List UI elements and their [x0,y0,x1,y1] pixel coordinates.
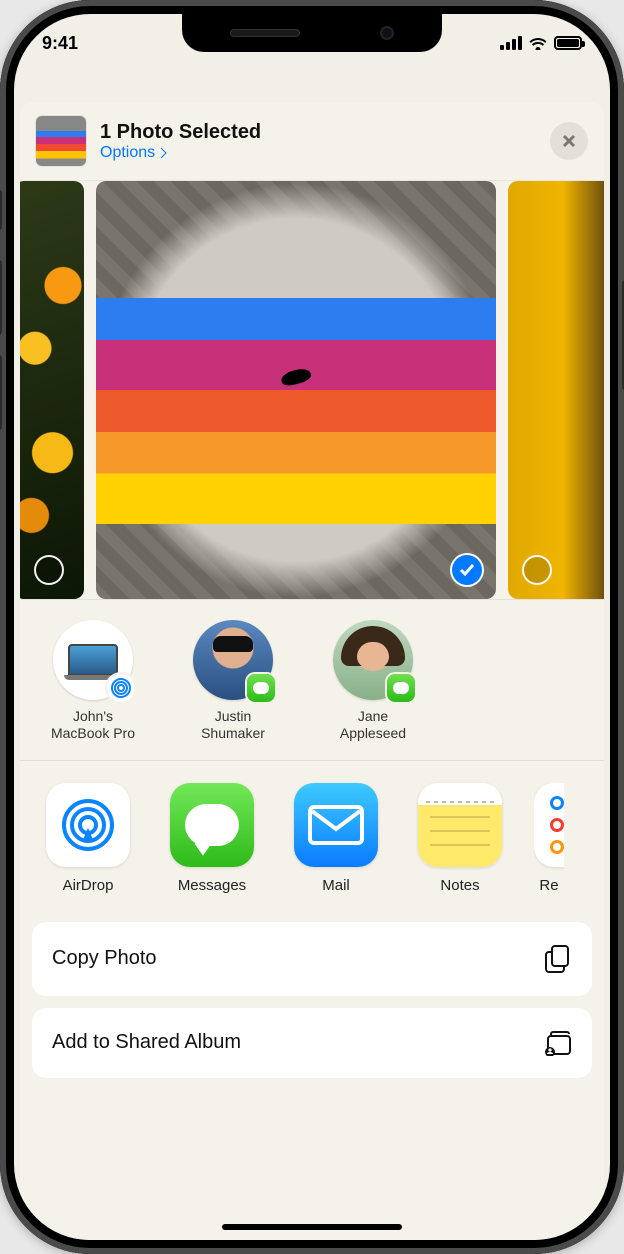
action-label: Add to Shared Album [52,1031,241,1054]
close-button[interactable] [550,122,588,160]
share-target-contact[interactable]: Justin Shumaker [178,620,288,742]
home-indicator[interactable] [222,1224,402,1230]
messages-badge-icon [387,674,415,702]
app-label: AirDrop [38,877,138,894]
photo-thumbnail-selected[interactable] [96,181,496,599]
speaker-grill [230,29,300,37]
avatar-person [193,620,273,700]
check-icon [459,564,475,576]
iphone-device-frame: 9:41 1 Photo Selected Options [0,0,624,1254]
shared-album-icon [542,1030,572,1056]
options-label: Options [100,144,155,162]
action-add-to-shared-album[interactable]: Add to Shared Album [32,1008,592,1078]
share-app-partial[interactable]: Re [534,783,564,894]
screen: 9:41 1 Photo Selected Options [14,14,610,1240]
battery-icon [554,36,582,50]
contact-name-line1: Jane [318,708,428,725]
avatar-person [333,620,413,700]
front-camera [380,26,394,40]
action-copy-photo[interactable]: Copy Photo [32,922,592,996]
share-app-messages[interactable]: Messages [162,783,262,894]
contact-name-line1: Justin [178,708,288,725]
side-button [0,355,2,430]
notes-icon [418,783,502,867]
contact-name-line1: John's [38,708,148,725]
share-app-airdrop[interactable]: AirDrop [38,783,138,894]
wifi-icon [528,36,548,50]
share-sheet-header: 1 Photo Selected Options [20,102,604,180]
app-label: Messages [162,877,262,894]
options-button[interactable]: Options [100,144,168,162]
selected-photo-thumbnail [36,116,86,166]
mail-icon [294,783,378,867]
contact-name-line2: MacBook Pro [38,725,148,742]
photo-selection-strip[interactable] [20,180,604,600]
selection-checkmark[interactable] [452,555,482,585]
side-button [0,190,2,230]
contact-name-line2: Appleseed [318,725,428,742]
airdrop-badge-icon [107,674,135,702]
selection-circle-unchecked[interactable] [522,555,552,585]
contact-name-line2: Shumaker [178,725,288,742]
copy-icon [544,944,572,974]
avatar-macbook [53,620,133,700]
app-label: Notes [410,877,510,894]
messages-icon [170,783,254,867]
cellular-icon [500,36,522,50]
share-target-airdrop-device[interactable]: John's MacBook Pro [38,620,148,742]
selection-circle-unchecked[interactable] [34,555,64,585]
app-label: Mail [286,877,386,894]
share-actions-list: Copy Photo Add to Shared Album [20,918,604,1078]
chevron-right-icon [159,146,168,160]
photo-thumbnail[interactable] [508,181,604,599]
reminders-icon [534,783,564,867]
airdrop-icon [46,783,130,867]
close-icon [561,133,577,149]
share-apps-row[interactable]: AirDrop Messages Mail Notes [20,761,604,918]
share-app-notes[interactable]: Notes [410,783,510,894]
side-button [0,260,2,335]
share-contacts-row: John's MacBook Pro Justin Shumaker Jane … [20,600,604,761]
sheet-title: 1 Photo Selected [100,121,536,144]
share-app-mail[interactable]: Mail [286,783,386,894]
share-target-contact[interactable]: Jane Appleseed [318,620,428,742]
action-label: Copy Photo [52,947,157,970]
notch [182,14,442,52]
app-label: Re [534,877,564,894]
photo-thumbnail[interactable] [20,181,84,599]
status-time: 9:41 [42,33,78,54]
share-sheet: 1 Photo Selected Options [20,102,604,1240]
messages-badge-icon [247,674,275,702]
